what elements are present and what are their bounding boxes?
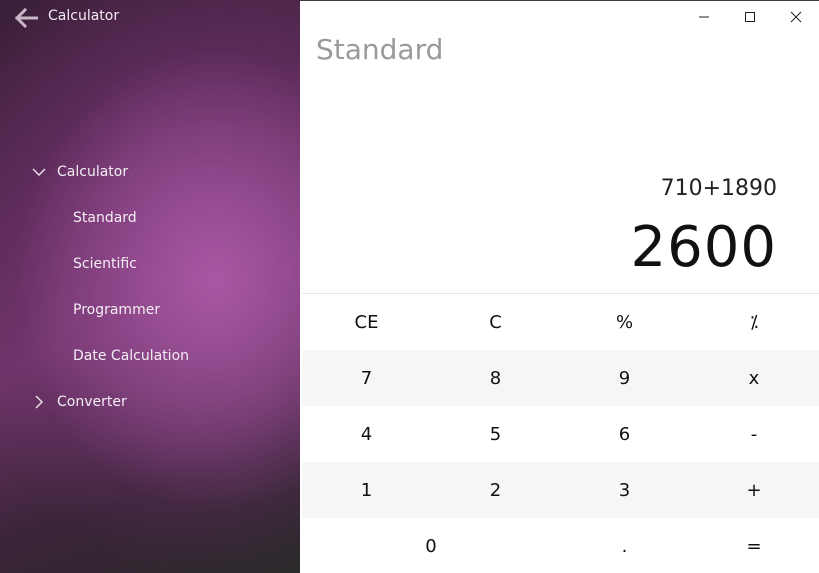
digit-8-button[interactable]: 8 [431,350,560,406]
maximize-icon [745,12,755,22]
keypad-row: 4 5 6 - [302,406,819,462]
keypad-row: CE C % ⁒ [302,294,819,350]
chevron-right-icon [32,395,46,409]
digit-6-button[interactable]: 6 [560,406,689,462]
digit-7-button[interactable]: 7 [302,350,431,406]
close-button[interactable] [776,3,816,31]
nav-item-scientific[interactable]: Scientific [73,256,137,272]
back-arrow-icon [14,8,38,28]
clear-button[interactable]: C [431,294,560,350]
digit-9-button[interactable]: 9 [560,350,689,406]
app-title: Calculator [48,8,120,24]
digit-3-button[interactable]: 3 [560,462,689,518]
keypad-row: 0 . = [302,518,819,573]
nav-item-date-calculation[interactable]: Date Calculation [73,348,189,364]
keypad-row: 1 2 3 + [302,462,819,518]
digit-2-button[interactable]: 2 [431,462,560,518]
back-button[interactable] [12,6,40,30]
digit-1-button[interactable]: 1 [302,462,431,518]
nav-group-calculator[interactable]: Calculator [32,164,128,180]
multiply-button[interactable]: x [689,350,819,406]
nav-item-programmer[interactable]: Programmer [73,302,160,318]
clear-entry-button[interactable]: CE [302,294,431,350]
nav-group-label: Calculator [57,164,129,180]
keypad-row: 7 8 9 x [302,350,819,406]
keypad: CE C % ⁒ 7 8 9 x 4 5 6 - 1 2 3 + 0 . = [302,293,819,573]
chevron-down-icon [32,165,46,179]
minimize-icon [699,16,709,18]
divide-button[interactable]: ⁒ [689,294,819,350]
nav-group-converter[interactable]: Converter [32,394,127,410]
digit-5-button[interactable]: 5 [431,406,560,462]
digit-4-button[interactable]: 4 [302,406,431,462]
mode-title: Standard [316,33,444,66]
nav-item-standard[interactable]: Standard [73,210,137,226]
decimal-button[interactable]: . [560,518,689,573]
calculator-main: Standard 710+1890 2600 CE C % ⁒ 7 8 9 x … [300,0,819,573]
maximize-button[interactable] [730,3,770,31]
minimize-button[interactable] [684,3,724,31]
subtract-button[interactable]: - [689,406,819,462]
nav-group-label: Converter [57,394,127,410]
expression-display: 710+1890 [660,176,777,201]
percent-button[interactable]: % [560,294,689,350]
add-button[interactable]: + [689,462,819,518]
close-icon [790,11,802,23]
navigation-pane: Calculator Calculator Standard Scientifi… [0,0,300,573]
equals-button[interactable]: = [689,518,819,573]
digit-0-button[interactable]: 0 [302,518,560,573]
result-display: 2600 [630,215,777,280]
